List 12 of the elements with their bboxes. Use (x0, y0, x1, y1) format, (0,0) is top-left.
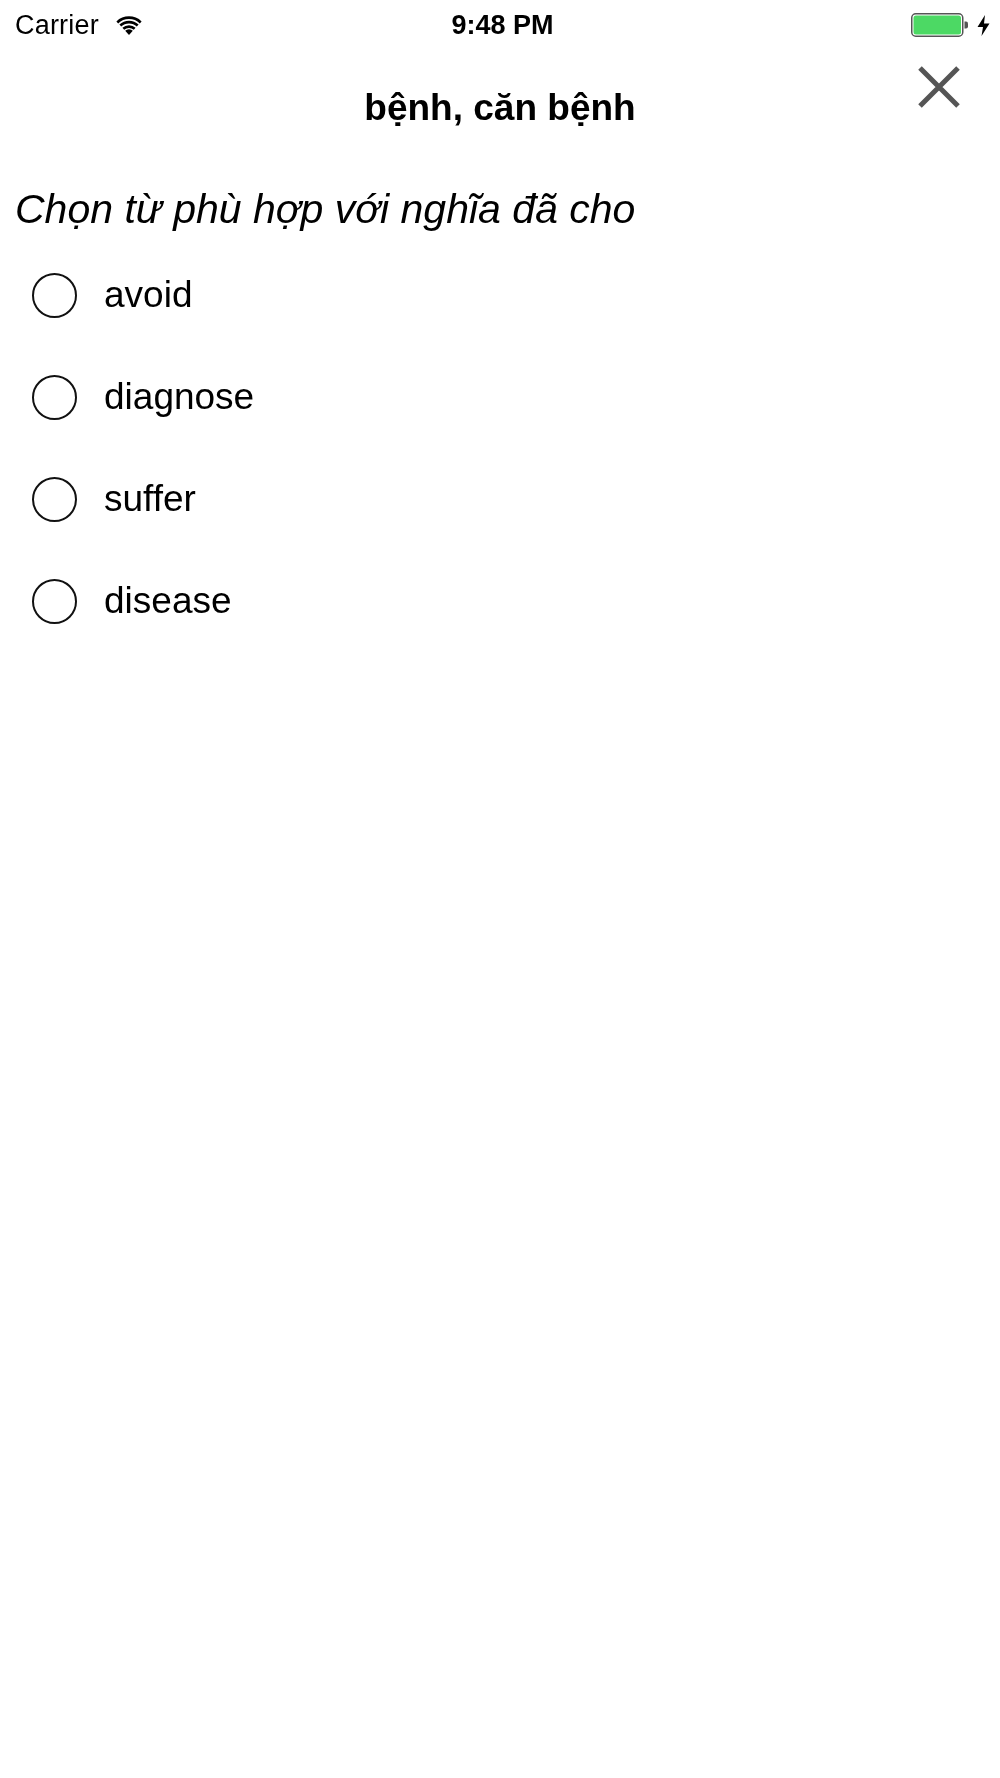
answer-option[interactable]: suffer (32, 476, 196, 522)
battery-icon (911, 13, 969, 37)
close-icon (917, 65, 961, 109)
status-time: 9:48 PM (451, 9, 554, 41)
answer-option[interactable]: disease (32, 578, 232, 624)
question-instruction: Chọn từ phù hợp với nghĩa đã cho (15, 185, 636, 233)
screen-title: bệnh, căn bệnh (364, 86, 636, 130)
carrier-label: Carrier (15, 9, 99, 41)
close-button[interactable] (916, 64, 962, 110)
answer-option[interactable]: diagnose (32, 374, 255, 420)
answer-option[interactable]: avoid (32, 272, 193, 318)
wifi-icon (115, 14, 142, 36)
